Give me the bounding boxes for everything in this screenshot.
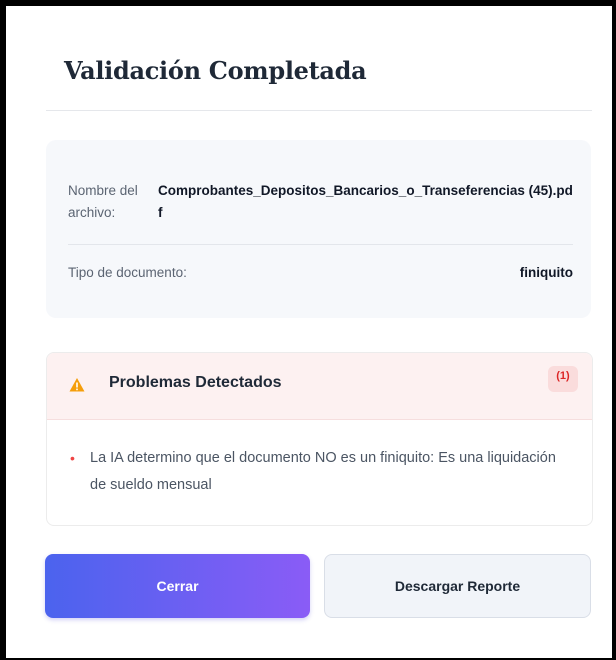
download-report-button[interactable]: Descargar Reporte bbox=[324, 554, 591, 618]
problems-count-badge: (1) bbox=[548, 366, 578, 392]
problems-panel: Problemas Detectados (1) • La IA determi… bbox=[46, 352, 593, 526]
filename-label: Nombre del archivo: bbox=[68, 183, 138, 220]
problem-text: La IA determino que el documento NO es u… bbox=[90, 450, 556, 493]
bullet-dot: • bbox=[70, 450, 75, 466]
file-info-card: Nombre del archivo: Comprobantes_Deposit… bbox=[46, 140, 591, 318]
title-divider bbox=[46, 110, 592, 111]
validation-dialog: Validación Completada Nombre del archivo… bbox=[6, 6, 612, 658]
problem-list: • La IA determino que el documento NO es… bbox=[67, 445, 574, 499]
doctype-label: Tipo de documento: bbox=[68, 265, 187, 280]
doctype-value: finiquito bbox=[519, 265, 573, 280]
filename-value: Comprobantes_Depositos_Bancarios_o_Trans… bbox=[158, 183, 573, 220]
doctype-row: Tipo de documento: finiquito bbox=[68, 263, 573, 283]
dialog-title: Validación Completada bbox=[64, 56, 367, 85]
problems-title: Problemas Detectados bbox=[109, 374, 282, 391]
problem-item: • La IA determino que el documento NO es… bbox=[67, 445, 574, 499]
close-button[interactable]: Cerrar bbox=[45, 554, 310, 618]
info-divider bbox=[68, 244, 573, 245]
warning-triangle-icon bbox=[69, 378, 85, 392]
problems-header: Problemas Detectados (1) bbox=[47, 353, 592, 420]
